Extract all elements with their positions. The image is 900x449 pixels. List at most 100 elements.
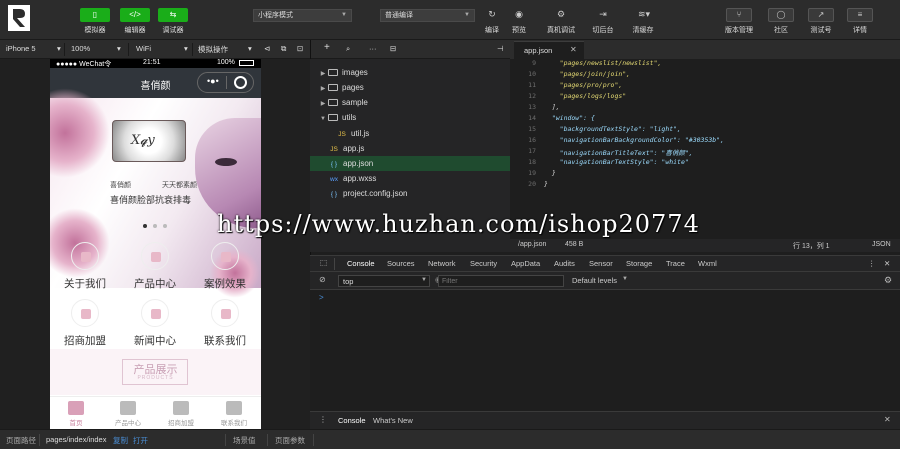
close-icon[interactable]: ✕ bbox=[884, 415, 891, 424]
tab-products[interactable]: 产品中心 bbox=[102, 397, 154, 429]
test-account-button[interactable]: ↗ bbox=[808, 8, 834, 22]
tree-item-utils[interactable]: ▼ utils bbox=[310, 110, 510, 125]
tree-item-app-wxss[interactable]: wx app.wxss bbox=[310, 171, 510, 186]
clear-cache-label: 清缓存 bbox=[632, 27, 654, 34]
code-line: "pages/pro/pro", bbox=[544, 81, 623, 89]
swiper-dot-active[interactable] bbox=[143, 224, 147, 228]
device-select[interactable]: iPhone 5 bbox=[6, 44, 36, 53]
tab-franchise[interactable]: 招商加盟 bbox=[155, 397, 207, 429]
settings-gear-icon[interactable]: ⚙ bbox=[884, 275, 892, 286]
phone-tab-bar: 首页 产品中心 招商加盟 联系我们 bbox=[50, 396, 261, 429]
status-language[interactable]: JSON bbox=[872, 241, 891, 248]
product-showcase-header: 产品展示 PRODUCTS bbox=[50, 349, 261, 395]
tree-item-app-json[interactable]: { } app.json bbox=[310, 156, 510, 171]
tab-wxml[interactable]: Wxml bbox=[698, 259, 717, 268]
compile-select[interactable]: 普通编译 ▼ bbox=[380, 9, 475, 22]
code-line: "navigationBarBackgroundColor": "#30353b… bbox=[544, 136, 725, 144]
capsule-menu[interactable]: •●• bbox=[197, 72, 254, 93]
compile-label: 编译 bbox=[485, 27, 499, 34]
console-output[interactable]: > bbox=[310, 290, 900, 411]
search-icon[interactable]: ⌕ bbox=[346, 44, 350, 54]
drawer-tab-whats-new[interactable]: What's New bbox=[373, 416, 413, 425]
debugger-button[interactable]: ⇆ bbox=[158, 8, 188, 22]
menu-label: 案例效果 bbox=[204, 278, 246, 290]
rotate-icon[interactable]: ⧉ bbox=[281, 44, 286, 54]
brand-left-text: 喜俏颜 bbox=[110, 182, 131, 189]
popout-icon[interactable]: ⊡ bbox=[297, 44, 303, 53]
editor-tab-app-json[interactable]: app.json ✕ bbox=[514, 41, 584, 59]
swiper-dot[interactable] bbox=[163, 224, 167, 228]
zoom-select[interactable]: 100% bbox=[71, 44, 90, 53]
collapse-tree-icon[interactable]: ⊟ bbox=[390, 44, 396, 53]
tree-item-project-config[interactable]: { } project.config.json bbox=[310, 186, 510, 201]
copy-link[interactable]: 复制 bbox=[113, 435, 128, 446]
close-mini-program-icon[interactable] bbox=[234, 76, 247, 89]
menu-about-us[interactable]: 关于我们 bbox=[50, 242, 120, 300]
background-switch-icon[interactable]: ⇥ bbox=[596, 8, 610, 20]
tab-console[interactable]: Console bbox=[347, 259, 375, 268]
simulator-button[interactable]: ▯ bbox=[80, 8, 110, 22]
page-params[interactable]: 页面参数 bbox=[275, 435, 305, 446]
tab-contact[interactable]: 联系我们 bbox=[208, 397, 260, 429]
tab-home[interactable]: 首页 bbox=[50, 397, 102, 429]
console-filter-input[interactable] bbox=[438, 275, 564, 287]
more-vertical-icon[interactable]: ⋮ bbox=[319, 415, 327, 424]
context-select[interactable]: top ▼ bbox=[338, 275, 430, 287]
tab-audits[interactable]: Audits bbox=[554, 259, 575, 268]
tree-item-sample[interactable]: ▶ sample bbox=[310, 95, 510, 110]
drawer-tab-console[interactable]: Console bbox=[338, 416, 366, 425]
levels-select[interactable]: Default levels bbox=[572, 276, 617, 285]
menu-label: 关于我们 bbox=[64, 278, 106, 290]
chevron-down-icon: ▾ bbox=[117, 44, 121, 53]
tab-appdata[interactable]: AppData bbox=[511, 259, 540, 268]
tree-item-app-js[interactable]: JS app.js bbox=[310, 141, 510, 156]
more-dots-icon[interactable]: •●• bbox=[207, 76, 219, 86]
simulate-operation-select[interactable]: 模拟操作 bbox=[198, 44, 228, 55]
network-select[interactable]: WiFi bbox=[136, 44, 151, 53]
folder-icon bbox=[328, 99, 338, 107]
banner-slogan: 喜俏颜脸部抗衰排毒 bbox=[110, 195, 192, 205]
tree-item-pages[interactable]: ▶ pages bbox=[310, 80, 510, 95]
divider bbox=[192, 43, 193, 56]
device-debug-icon[interactable]: ⚙ bbox=[554, 8, 568, 20]
menu-products[interactable]: 产品中心 bbox=[120, 242, 190, 300]
tab-sensor[interactable]: Sensor bbox=[589, 259, 613, 268]
inspect-icon[interactable]: ⬚ bbox=[320, 258, 327, 267]
main-toolbar: ▯ 模拟器 </> 编辑器 ⇆ 调试器 小程序模式 ▼ 普通编译 ▼ ↻ 编译 … bbox=[0, 0, 900, 40]
eye-icon[interactable]: ◉ bbox=[512, 8, 526, 20]
add-file-icon[interactable]: + bbox=[324, 42, 330, 53]
status-file-size: 458 B bbox=[565, 241, 584, 248]
audio-icon[interactable]: ⊲ bbox=[264, 44, 270, 53]
swiper-dot[interactable] bbox=[153, 224, 157, 228]
tab-storage[interactable]: Storage bbox=[626, 259, 652, 268]
tree-item-images[interactable]: ▶ images bbox=[310, 65, 510, 80]
close-icon[interactable]: ✕ bbox=[884, 259, 890, 268]
scene-value[interactable]: 场景值 bbox=[233, 435, 256, 446]
clear-console-icon[interactable]: ⊘ bbox=[319, 275, 326, 284]
tab-network[interactable]: Network bbox=[428, 259, 456, 268]
open-link[interactable]: 打开 bbox=[133, 435, 148, 446]
more-icon[interactable]: ··· bbox=[369, 44, 377, 53]
tab-security[interactable]: Security bbox=[470, 259, 497, 268]
tab-trace[interactable]: Trace bbox=[666, 259, 685, 268]
phone-status-bar: ●●●●● WeChat令 21:51 100% bbox=[50, 59, 261, 68]
close-icon[interactable]: ✕ bbox=[570, 45, 577, 54]
editor-button[interactable]: </> bbox=[120, 8, 150, 22]
brand-right-text: 天天都素颜 bbox=[162, 182, 197, 189]
menu-cases[interactable]: 案例效果 bbox=[190, 242, 260, 300]
tab-sources[interactable]: Sources bbox=[387, 259, 415, 268]
tree-item-util-js[interactable]: JS util.js bbox=[310, 126, 510, 141]
mode-select[interactable]: 小程序模式 ▼ bbox=[253, 9, 352, 22]
compile-select-value: 普通编译 bbox=[385, 12, 413, 19]
tree-item-label: sample bbox=[342, 98, 368, 107]
more-vertical-icon[interactable]: ⋮ bbox=[868, 259, 876, 268]
clear-cache-icon[interactable]: ≋▾ bbox=[634, 8, 654, 20]
details-button[interactable]: ≡ bbox=[847, 8, 873, 22]
menu-label: 产品中心 bbox=[134, 278, 176, 290]
line-number: 10 bbox=[528, 70, 536, 78]
community-button[interactable]: ◯ bbox=[768, 8, 794, 22]
toggle-tree-icon[interactable]: ⊣ bbox=[497, 44, 504, 53]
devtools-tabs: ⬚ Console Sources Network Security AppDa… bbox=[310, 255, 900, 272]
refresh-icon[interactable]: ↻ bbox=[485, 8, 499, 20]
version-button[interactable]: ⑂ bbox=[726, 8, 752, 22]
